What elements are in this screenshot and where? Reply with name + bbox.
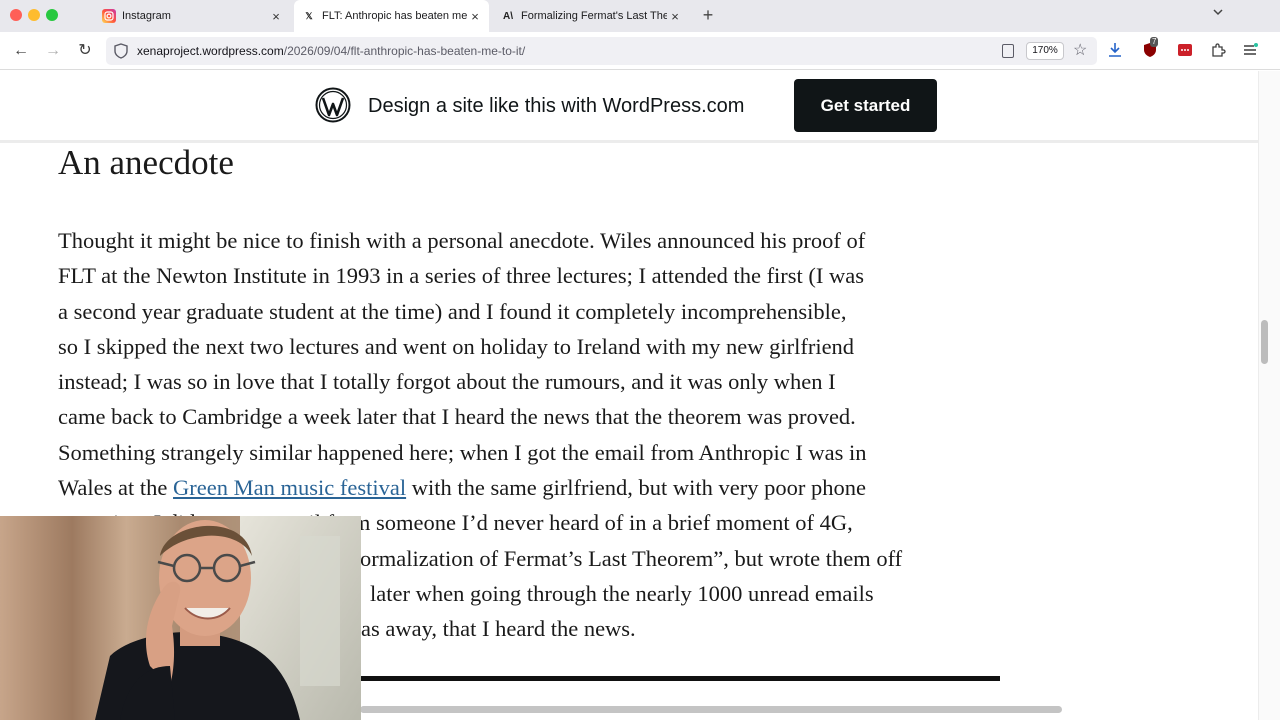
url-text[interactable]: xenaproject.wordpress.com/2026/09/04/flt… bbox=[137, 44, 525, 58]
anthropic-icon: A\ bbox=[503, 10, 513, 22]
get-started-button[interactable]: Get started bbox=[794, 79, 937, 132]
instagram-icon bbox=[102, 9, 116, 23]
back-button[interactable]: ← bbox=[10, 40, 32, 62]
list-all-tabs-chevron-icon[interactable] bbox=[1210, 6, 1226, 22]
address-bar[interactable]: xenaproject.wordpress.com/2026/09/04/flt… bbox=[106, 37, 1097, 65]
extension-badge: 7 bbox=[1150, 37, 1159, 47]
window-close-button[interactable] bbox=[10, 9, 22, 21]
url-domain: xenaproject.wordpress.com bbox=[137, 44, 284, 58]
url-path: /2026/09/04/flt-anthropic-has-beaten-me-… bbox=[283, 44, 526, 58]
banner-text: Design a site like this with WordPress.c… bbox=[368, 95, 745, 117]
tab-close-icon[interactable]: × bbox=[667, 9, 683, 24]
new-tab-button[interactable]: + bbox=[698, 5, 718, 25]
paragraph-line: Thought it might be nice to finish with … bbox=[58, 228, 866, 253]
tab-title: Instagram bbox=[122, 10, 171, 22]
paragraph-line: instead; I was so in love that I totally… bbox=[58, 369, 836, 395]
extensions-puzzle-icon[interactable] bbox=[1209, 42, 1227, 60]
paragraph-line: Wales at the Green Man music festival wi… bbox=[58, 470, 1018, 505]
line-text: Wales at the bbox=[58, 475, 174, 501]
paragraph-line: came back to Cambridge a week later that… bbox=[58, 404, 856, 430]
navigation-toolbar: ← → ↻ xenaproject.wordpress.com/2026/09/… bbox=[0, 32, 1280, 70]
line-text: with the same girlfriend, but with very … bbox=[406, 475, 866, 501]
site-security-icon[interactable] bbox=[114, 43, 130, 59]
green-man-festival-link[interactable]: Green Man music festival bbox=[173, 475, 406, 500]
vertical-scrollbar-thumb[interactable] bbox=[1261, 320, 1268, 364]
app-menu-icon[interactable] bbox=[1241, 42, 1259, 60]
tab-formalizing-fermat[interactable]: A\ Formalizing Fermat's Last Theorem × bbox=[493, 0, 689, 32]
reader-view-icon[interactable] bbox=[1002, 44, 1014, 58]
forward-button[interactable]: → bbox=[42, 40, 64, 62]
tab-close-icon[interactable]: × bbox=[268, 9, 284, 24]
tab-title: FLT: Anthropic has beaten me to it bbox=[322, 10, 467, 22]
lastpass-extension-icon[interactable] bbox=[1176, 42, 1194, 60]
tab-title: Formalizing Fermat's Last Theorem bbox=[521, 10, 667, 22]
vertical-scrollbar-track[interactable] bbox=[1258, 71, 1280, 720]
tab-bar: Instagram × 𝕏 FLT: Anthropic has beaten … bbox=[0, 0, 1280, 32]
x-icon: 𝕏 bbox=[305, 10, 313, 21]
tab-flt-anthropic[interactable]: 𝕏 FLT: Anthropic has beaten me to it × bbox=[294, 0, 489, 32]
webcam-overlay bbox=[0, 516, 361, 720]
paragraph-line: so I skipped the next two lectures and w… bbox=[58, 333, 855, 359]
paragraph-line: a second year graduate student at the ti… bbox=[58, 298, 847, 324]
wordpress-logo-icon[interactable] bbox=[315, 87, 351, 123]
window-zoom-button[interactable] bbox=[46, 9, 58, 21]
window-minimize-button[interactable] bbox=[28, 9, 40, 21]
section-heading: An anecdote bbox=[58, 143, 234, 182]
bookmark-star-icon[interactable]: ☆ bbox=[1073, 40, 1087, 60]
tab-close-icon[interactable]: × bbox=[467, 9, 483, 24]
wordpress-banner: Design a site like this with WordPress.c… bbox=[0, 71, 1258, 143]
paragraph-line: Something strangely similar happened her… bbox=[58, 439, 867, 465]
horizontal-scrollbar-thumb[interactable] bbox=[360, 706, 1062, 713]
section-divider bbox=[360, 676, 1000, 681]
tab-instagram[interactable]: Instagram × bbox=[94, 0, 290, 32]
paragraph-line: FLT at the Newton Institute in 1993 in a… bbox=[58, 263, 865, 289]
reload-button[interactable]: ↻ bbox=[74, 40, 96, 62]
downloads-icon[interactable] bbox=[1106, 42, 1124, 60]
ublock-extension-icon[interactable]: 7 bbox=[1141, 37, 1159, 60]
zoom-level-badge[interactable]: 170% bbox=[1026, 42, 1064, 60]
webcam-person-image bbox=[0, 516, 361, 720]
